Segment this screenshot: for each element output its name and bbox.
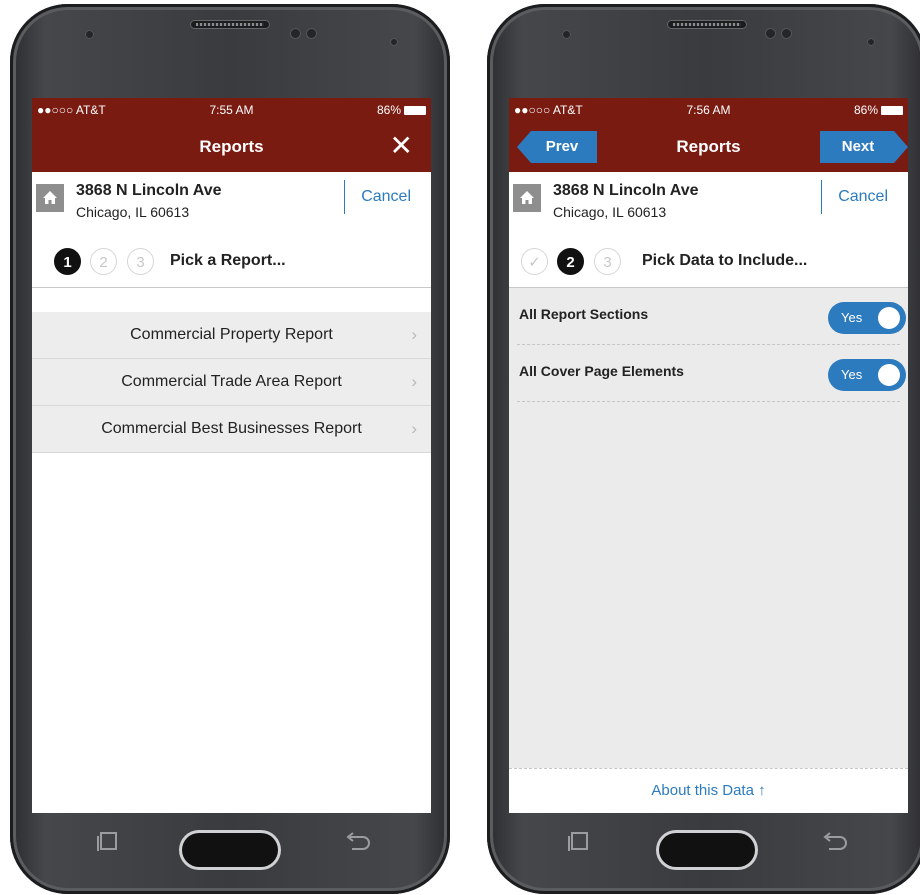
status-time: 7:55 AM — [209, 103, 254, 117]
front-camera — [290, 28, 301, 39]
earpiece-speaker — [190, 20, 270, 29]
status-bar: ●●○○○ AT&T 7:56 AM 86% — [509, 98, 908, 122]
option-label: All Report Sections — [519, 306, 649, 322]
divider — [821, 180, 822, 214]
proximity-sensor — [781, 28, 792, 39]
nav-title: Reports — [199, 137, 264, 156]
report-item[interactable]: Commercial Property Report › — [32, 312, 431, 359]
status-time: 7:56 AM — [686, 103, 731, 117]
report-item[interactable]: Commercial Trade Area Report › — [32, 359, 431, 406]
front-sensor — [562, 30, 571, 39]
chevron-right-icon: › — [411, 325, 417, 344]
address-city: Chicago, IL 60613 — [553, 204, 667, 220]
recent-apps-button[interactable] — [96, 831, 120, 853]
step-2: 2 — [90, 248, 117, 275]
address-header: 3868 N Lincoln Ave Chicago, IL 60613 Can… — [509, 172, 908, 233]
report-label: Commercial Property Report — [130, 326, 333, 343]
step-3: 3 — [127, 248, 154, 275]
home-button[interactable] — [659, 833, 755, 867]
front-sensor — [85, 30, 94, 39]
step-indicator: 1 2 3 Pick a Report... — [32, 232, 431, 288]
back-button[interactable] — [821, 831, 849, 853]
report-label: Commercial Trade Area Report — [121, 373, 342, 390]
options-panel: All Report Sections Yes All Cover Page E… — [509, 288, 908, 813]
report-label: Commercial Best Businesses Report — [101, 420, 362, 437]
step-1-complete: ✓ — [521, 248, 548, 275]
left-phone: ●●○○○ AT&T 7:55 AM 86% Reports ✕ 3868 N … — [10, 4, 450, 894]
cancel-button[interactable]: Cancel — [361, 188, 411, 206]
battery-indicator: 86% — [854, 103, 903, 117]
step-3: 3 — [594, 248, 621, 275]
step-indicator: ✓ 2 3 Pick Data to Include... — [509, 232, 908, 288]
battery-icon — [404, 106, 426, 116]
step-2: 2 — [557, 248, 584, 275]
battery-indicator: 86% — [377, 103, 426, 117]
next-button[interactable]: Next — [820, 131, 908, 163]
step-prompt: Pick a Report... — [170, 252, 286, 269]
chevron-right-icon: › — [411, 419, 417, 438]
proximity-sensor — [306, 28, 317, 39]
right-phone: ●●○○○ AT&T 7:56 AM 86% Prev Reports Next… — [487, 4, 920, 894]
right-screen: ●●○○○ AT&T 7:56 AM 86% Prev Reports Next… — [509, 98, 908, 813]
toggle-value: Yes — [841, 310, 863, 325]
toggle-knob — [878, 364, 900, 386]
address-street: 3868 N Lincoln Ave — [553, 182, 699, 199]
back-button[interactable] — [344, 831, 372, 853]
step-prompt: Pick Data to Include... — [642, 252, 808, 269]
left-screen: ●●○○○ AT&T 7:55 AM 86% Reports ✕ 3868 N … — [32, 98, 431, 813]
divider — [344, 180, 345, 214]
battery-icon — [881, 106, 903, 116]
address-city: Chicago, IL 60613 — [76, 204, 190, 220]
step-1: 1 — [54, 248, 81, 275]
light-sensor — [867, 38, 875, 46]
cancel-button[interactable]: Cancel — [838, 188, 888, 206]
yes-toggle[interactable]: Yes — [828, 359, 906, 391]
home-icon — [36, 184, 64, 212]
front-camera — [765, 28, 776, 39]
address-street: 3868 N Lincoln Ave — [76, 182, 222, 199]
recent-apps-button[interactable] — [567, 831, 591, 853]
toggle-knob — [878, 307, 900, 329]
home-icon — [513, 184, 541, 212]
status-bar: ●●○○○ AT&T 7:55 AM 86% — [32, 98, 431, 122]
option-label: All Cover Page Elements — [519, 363, 684, 379]
toggle-value: Yes — [841, 367, 863, 382]
report-list: Commercial Property Report › Commercial … — [32, 312, 431, 453]
about-data-link[interactable]: About this Data ↑ — [509, 768, 908, 813]
option-row: All Report Sections Yes — [517, 288, 906, 345]
battery-percent: 86% — [376, 103, 401, 117]
chevron-right-icon: › — [411, 372, 417, 391]
address-header: 3868 N Lincoln Ave Chicago, IL 60613 Can… — [32, 172, 431, 233]
earpiece-speaker — [667, 20, 747, 29]
option-row: All Cover Page Elements Yes — [517, 345, 906, 402]
home-button[interactable] — [182, 833, 278, 867]
report-item[interactable]: Commercial Best Businesses Report › — [32, 406, 431, 453]
nav-bar: Prev Reports Next — [509, 122, 908, 172]
close-icon[interactable]: ✕ — [390, 132, 413, 160]
nav-bar: Reports ✕ — [32, 122, 431, 172]
light-sensor — [390, 38, 398, 46]
battery-percent: 86% — [853, 103, 878, 117]
yes-toggle[interactable]: Yes — [828, 302, 906, 334]
